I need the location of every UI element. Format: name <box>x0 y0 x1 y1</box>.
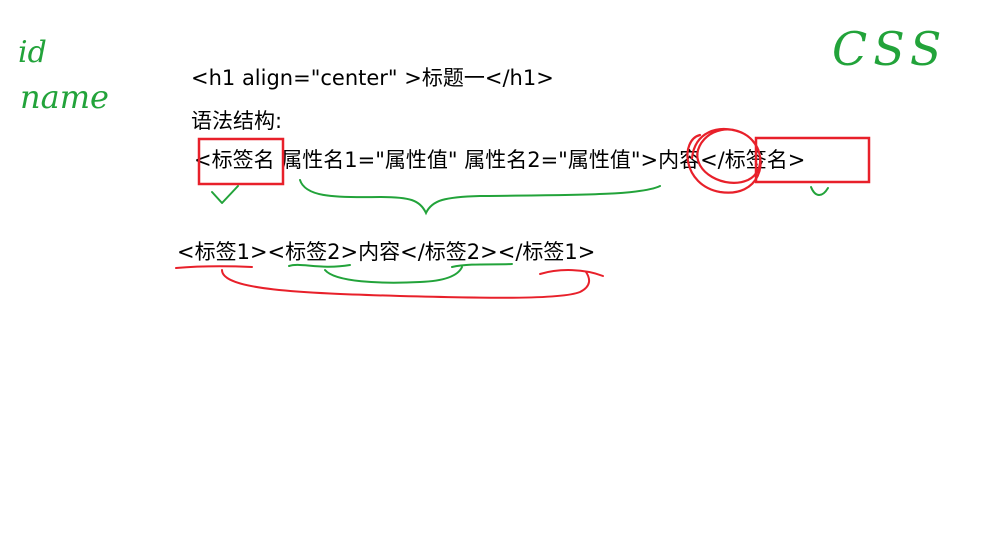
handwritten-note-name: name <box>20 78 109 116</box>
syntax-structure-text: <标签名 属性名1="属性值" 属性名2="属性值">内容</标签名> <box>194 148 806 172</box>
red-connector-tag1 <box>221 269 591 299</box>
underline-tag1-close <box>539 269 604 277</box>
handwritten-note-css: CSS <box>832 22 947 76</box>
check-mark-open-tag <box>211 185 239 204</box>
attributes-brace <box>299 179 661 216</box>
whiteboard-canvas: <h1 align="center" >标题一</h1> 语法结构: <标签名 … <box>0 0 1006 535</box>
nested-tags-example: <标签1><标签2>内容</标签2></标签1> <box>177 240 596 264</box>
syntax-label: 语法结构: <box>191 109 283 133</box>
handwritten-note-id: id <box>18 35 47 70</box>
check-mark-close-tag <box>810 186 829 196</box>
h1-example-text: <h1 align="center" >标题一</h1> <box>191 66 554 90</box>
green-connector-tag2 <box>324 266 463 284</box>
